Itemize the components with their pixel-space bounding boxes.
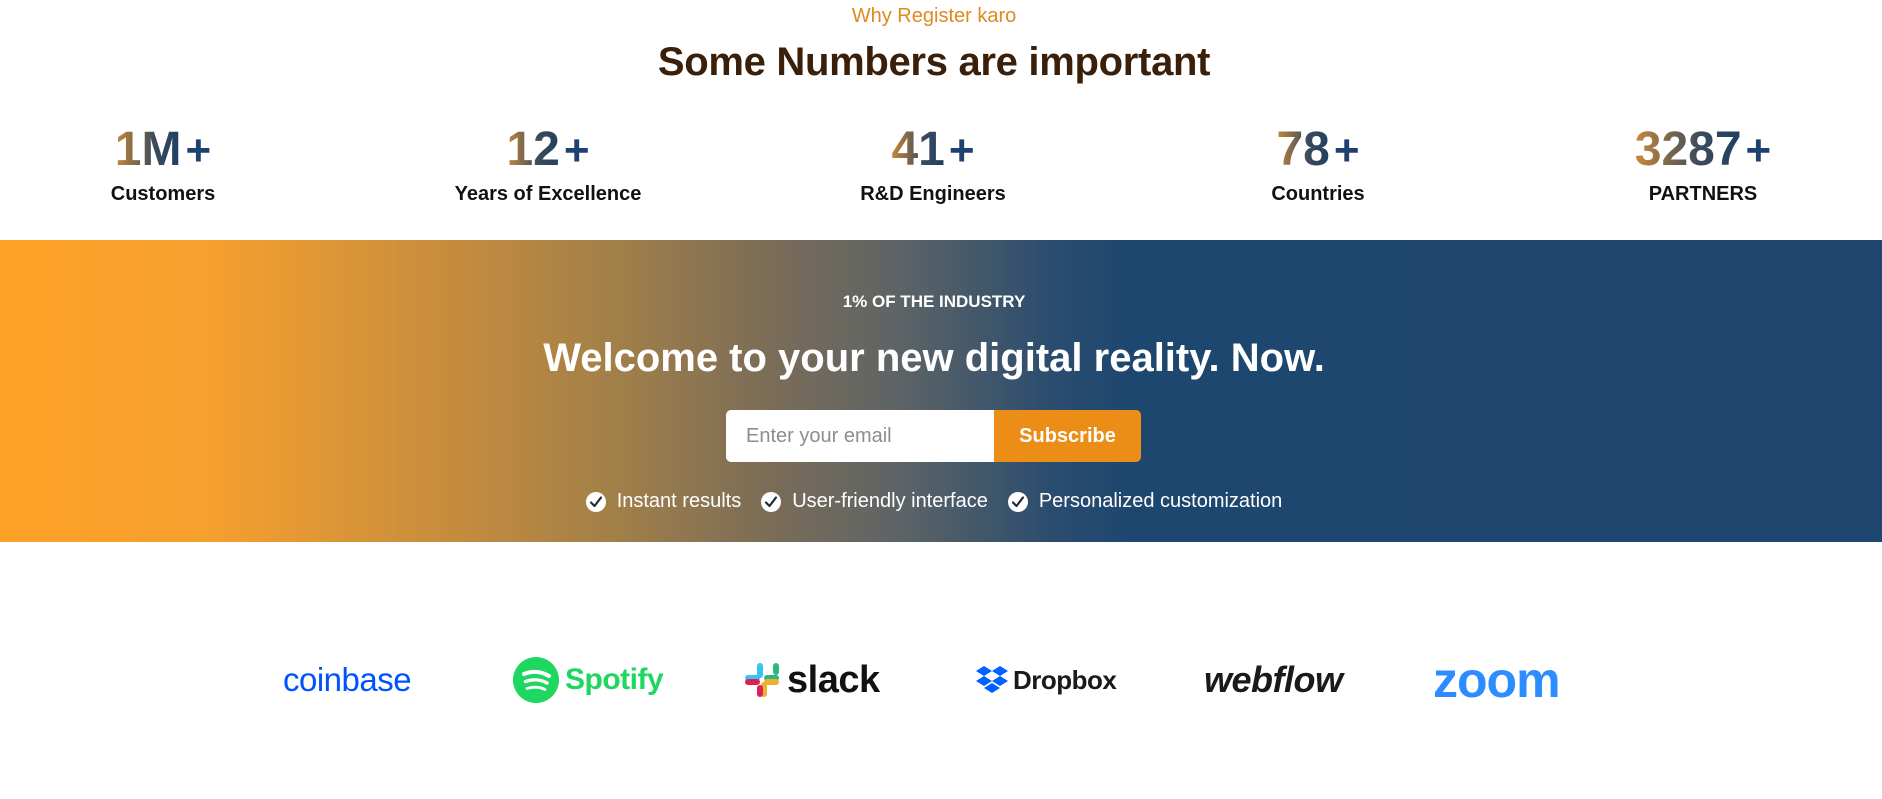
- stat-plus: +: [1333, 126, 1360, 175]
- stat-countries: 78 + Countries: [1138, 122, 1498, 206]
- feature-item: Personalized customization: [1007, 490, 1283, 513]
- stat-label: PARTNERS: [1648, 183, 1758, 205]
- stat-number: 1M: [114, 123, 182, 176]
- slack-icon: [745, 663, 779, 697]
- slack-logo: slack: [743, 650, 880, 710]
- feature-item: Instant results: [585, 490, 742, 513]
- email-input[interactable]: [726, 410, 994, 462]
- stat-label: Countries: [1271, 183, 1365, 205]
- spotify-logo: Spotify: [513, 650, 664, 710]
- section-title: Some Numbers are important: [657, 40, 1211, 84]
- feature-item: User-friendly interface: [761, 490, 988, 513]
- spotify-icon: [513, 657, 559, 703]
- check-icon: [585, 491, 606, 512]
- stat-number: 12: [506, 123, 560, 176]
- feature-label: Instant results: [616, 490, 742, 512]
- partner-logos: coinbase Spotify slack Dropbox webflow z…: [0, 650, 1882, 710]
- stat-plus: +: [1745, 126, 1772, 175]
- coinbase-logo: coinbase: [283, 650, 412, 710]
- cta-title: Welcome to your new digital reality. Now…: [543, 336, 1325, 380]
- zoom-logo: zoom: [1433, 650, 1561, 710]
- zoom-wordmark: zoom: [1433, 652, 1561, 708]
- stat-number: 3287: [1634, 123, 1742, 176]
- check-icon: [1007, 491, 1028, 512]
- dropbox-wordmark: Dropbox: [1013, 664, 1117, 695]
- dropbox-icon: [976, 666, 1008, 693]
- coinbase-wordmark: coinbase: [283, 661, 412, 698]
- feature-label: User-friendly interface: [792, 490, 988, 512]
- stat-customers: 1M + Customers: [0, 122, 343, 206]
- check-icon: [761, 491, 782, 512]
- webflow-wordmark: webflow: [1204, 659, 1343, 700]
- cta-eyebrow: 1% OF THE INDUSTRY: [842, 292, 1026, 311]
- stat-engineers: 41 + R&D Engineers: [753, 122, 1113, 206]
- stat-plus: +: [563, 126, 590, 175]
- stats-row: 1M + Customers 12 + Years of Excellence 41…: [0, 122, 1868, 222]
- webflow-logo: webflow: [1204, 650, 1343, 710]
- dropbox-logo: Dropbox: [975, 650, 1117, 710]
- stat-partners: 3287 + PARTNERS: [1523, 122, 1882, 206]
- spotify-wordmark: Spotify: [565, 663, 664, 696]
- subscribe-form: Subscribe: [726, 410, 1141, 462]
- subscribe-button[interactable]: Subscribe: [994, 410, 1141, 462]
- stat-number: 78: [1276, 123, 1330, 176]
- stat-plus: +: [185, 126, 212, 175]
- stat-plus: +: [948, 126, 975, 175]
- feature-label: Personalized customization: [1038, 490, 1283, 512]
- stat-number: 41: [891, 123, 945, 176]
- slack-wordmark: slack: [787, 658, 880, 701]
- stat-label: Years of Excellence: [454, 183, 642, 205]
- stat-years: 12 + Years of Excellence: [368, 122, 728, 206]
- stat-label: R&D Engineers: [860, 183, 1006, 205]
- feature-list: Instant results User-friendly interface …: [0, 490, 1868, 513]
- section-eyebrow: Why Register karo: [851, 5, 1017, 27]
- stat-label: Customers: [110, 183, 216, 205]
- cta-banner: 1% OF THE INDUSTRY Welcome to your new d…: [0, 240, 1882, 542]
